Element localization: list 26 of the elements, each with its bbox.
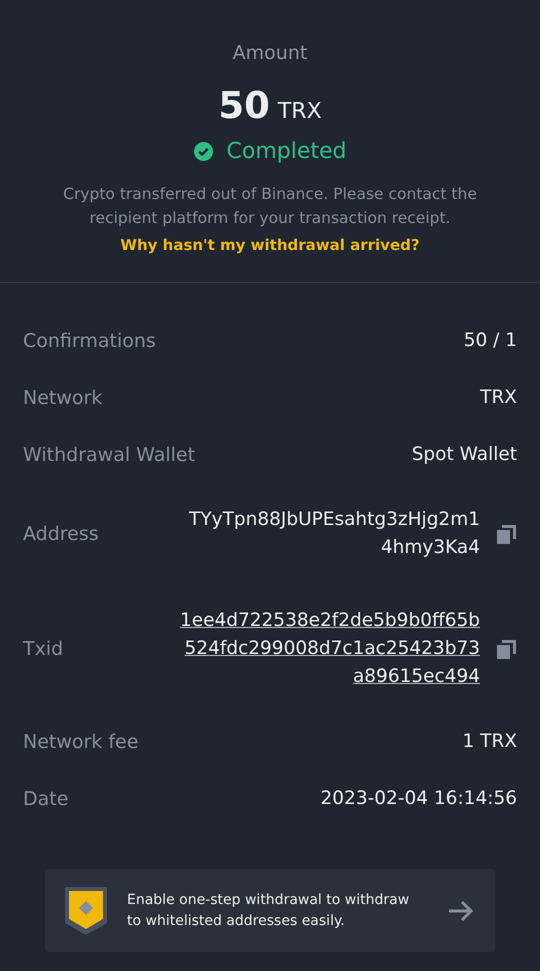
detail-label: Network fee: [23, 731, 138, 753]
detail-label: Txid: [23, 638, 64, 660]
detail-label: Withdrawal Wallet: [23, 444, 196, 466]
amount-value: 50: [218, 84, 270, 127]
amount-unit: TRX: [278, 99, 322, 124]
banner-text: Enable one-step withdrawal to withdraw to whitelisted addresses easily.: [127, 890, 410, 930]
detail-value: 50 / 1: [464, 329, 517, 353]
detail-value: Spot Wallet: [412, 443, 517, 467]
txid-link[interactable]: 1ee4d722538e2f2de5b9b0ff65b 524fdc299008d7c1ac25423b73 a89615ec494: [180, 607, 480, 691]
detail-label: Network: [23, 387, 102, 409]
detail-label: Confirmations: [23, 330, 156, 352]
banner-card[interactable]: Enable one-step withdrawal to withdraw to whitelisted addresses easily.: [45, 869, 495, 952]
status-text: Completed: [226, 139, 346, 164]
detail-value: 2023-02-04 16:14:56: [320, 787, 517, 811]
detail-value: TYyTpn88JbUPEsahtg3zHjg2m1 4hmy3Ka4: [189, 508, 480, 560]
status-note: Crypto transferred out of Binance. Please contact the recipient platform for your transaction receipt.: [62, 184, 478, 229]
copy-icon[interactable]: [496, 524, 517, 544]
copy-icon[interactable]: [496, 638, 517, 660]
shield-icon: [65, 886, 107, 934]
help-link[interactable]: Why hasn't my withdrawal arrived?: [120, 236, 420, 254]
detail-label: Address: [23, 523, 99, 545]
amount-label: Amount: [232, 42, 308, 64]
detail-value: 1 TRX: [462, 730, 517, 754]
detail-value: TRX: [480, 386, 517, 410]
arrow-right-icon[interactable]: [447, 900, 475, 922]
detail-label: Date: [23, 788, 68, 810]
